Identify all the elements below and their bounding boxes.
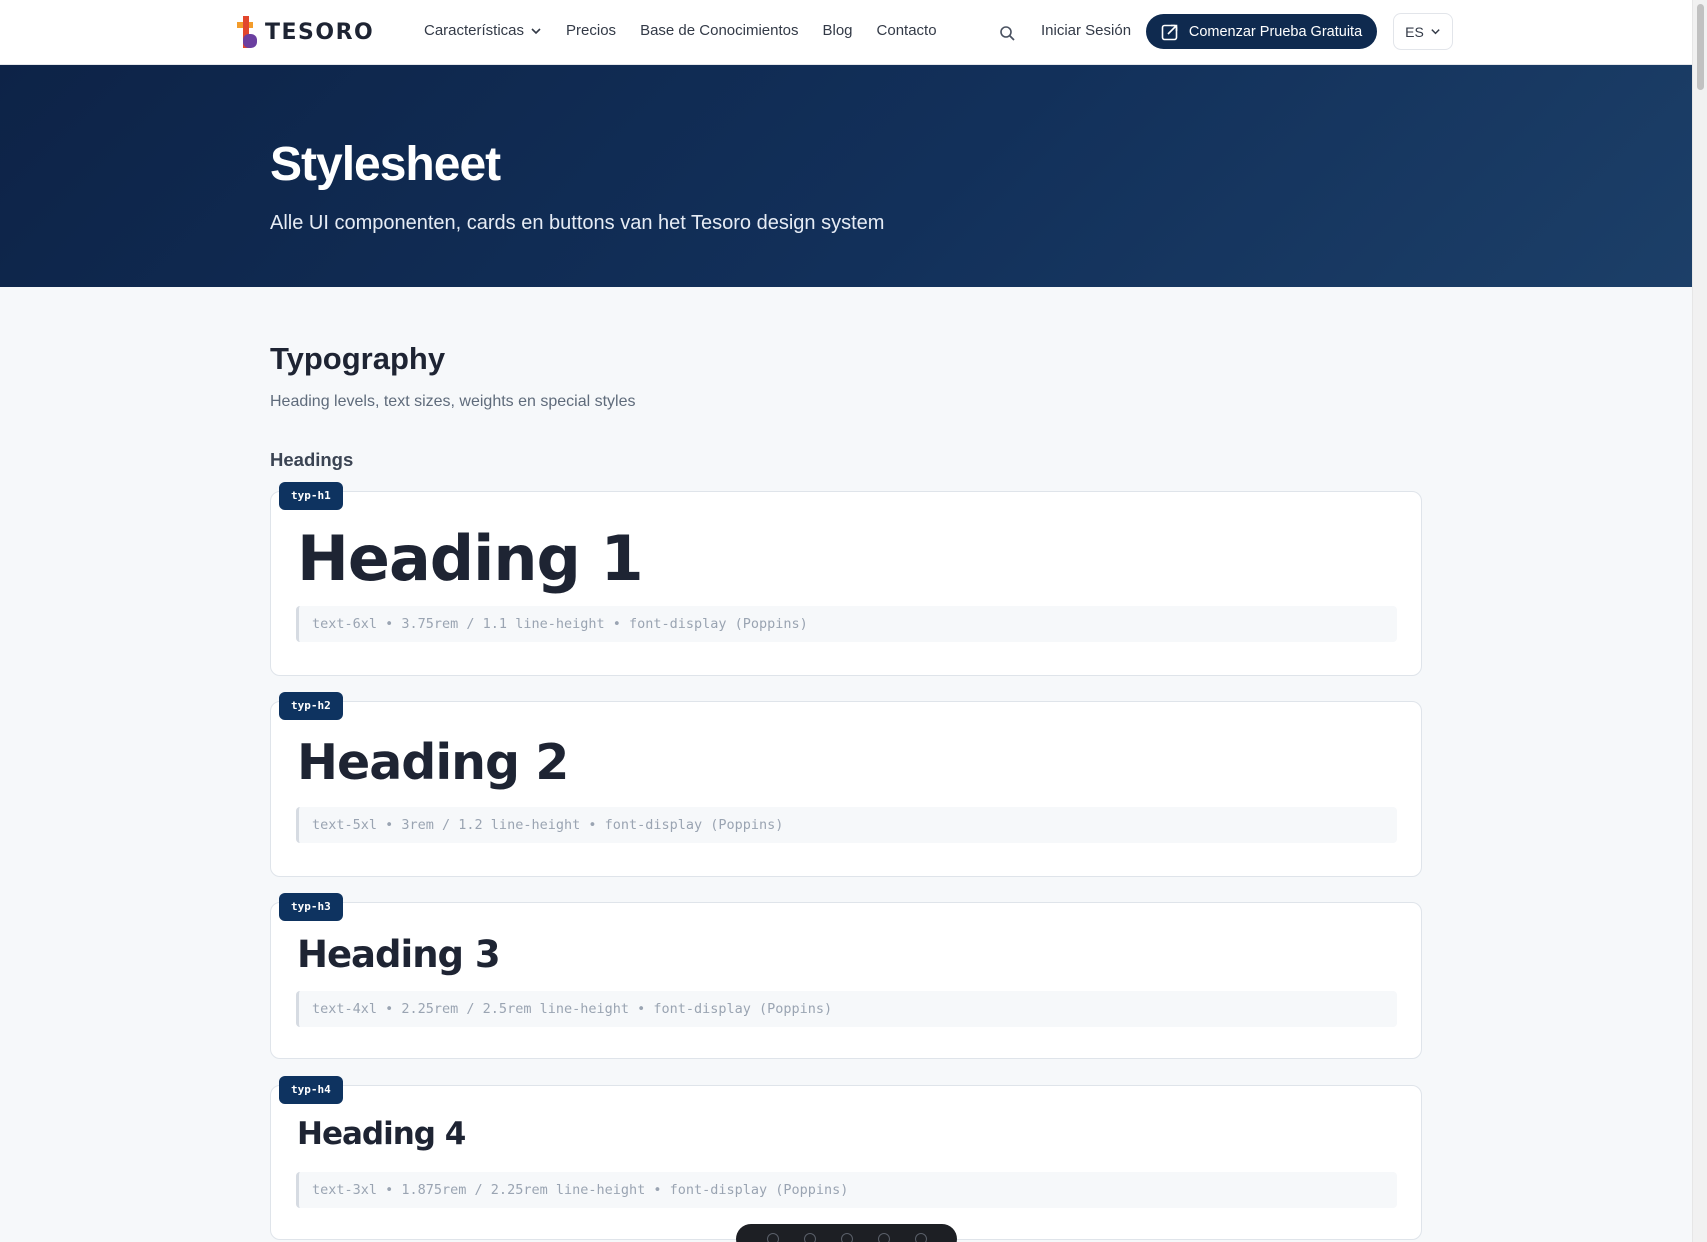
heading-2-sample: Heading 2 — [297, 734, 569, 791]
typography-card-h1: typ-h1 Heading 1 text-6xl • 3.75rem / 1.… — [270, 482, 1422, 676]
typography-card-h4: typ-h4 Heading 4 text-3xl • 1.875rem / 2… — [270, 1076, 1422, 1240]
nav-link-label: Blog — [822, 22, 853, 39]
heading-spec: text-5xl • 3rem / 1.2 line-height • font… — [296, 807, 1397, 843]
dev-toolbar[interactable] — [736, 1224, 957, 1242]
toolbar-icon[interactable] — [766, 1233, 779, 1242]
nav-link-precios[interactable]: Precios — [566, 22, 616, 39]
logo-text: TESORO — [265, 19, 375, 45]
toolbar-icon[interactable] — [803, 1233, 816, 1242]
nav-link-blog[interactable]: Blog — [823, 22, 853, 39]
page-scrollbar[interactable] — [1692, 0, 1707, 1242]
nav-link-label: Características — [424, 22, 525, 39]
logo[interactable]: TESORO — [237, 16, 374, 48]
page-title: Stylesheet — [270, 138, 501, 191]
toolbar-icon[interactable] — [914, 1233, 927, 1242]
section-title: Typography — [270, 341, 446, 376]
page-subtitle: Alle UI componenten, cards en buttons va… — [270, 212, 885, 234]
tesoro-logo-icon — [237, 16, 257, 48]
chevron-down-icon — [531, 27, 541, 34]
component-tag: typ-h3 — [279, 893, 343, 921]
language-selector[interactable]: ES — [1393, 13, 1453, 50]
heading-spec: text-3xl • 1.875rem / 2.25rem line-heigh… — [296, 1172, 1397, 1208]
component-tag: typ-h2 — [279, 692, 343, 720]
nav-link-caracteristicas[interactable]: Características — [424, 22, 542, 39]
component-tag: typ-h1 — [279, 482, 343, 510]
start-trial-button[interactable]: Comenzar Prueba Gratuita — [1146, 14, 1377, 49]
start-trial-label: Comenzar Prueba Gratuita — [1188, 23, 1363, 40]
typography-card-h2: typ-h2 Heading 2 text-5xl • 3rem / 1.2 l… — [270, 692, 1422, 877]
hero-banner: Stylesheet Alle UI componenten, cards en… — [0, 65, 1692, 287]
chevron-down-icon — [1431, 29, 1440, 35]
nav-links: Características Precios Base de Conocimi… — [424, 22, 961, 39]
scrollbar-thumb[interactable] — [1697, 4, 1704, 90]
section-description: Heading levels, text sizes, weights en s… — [270, 393, 636, 410]
nav-link-contacto[interactable]: Contacto — [877, 22, 937, 39]
nav-link-label: Contacto — [876, 22, 937, 39]
search-icon[interactable] — [998, 24, 1018, 44]
heading-3-sample: Heading 3 — [297, 933, 501, 976]
heading-4-sample: Heading 4 — [297, 1116, 466, 1152]
toolbar-icon[interactable] — [840, 1233, 853, 1242]
heading-1-sample: Heading 1 — [297, 522, 644, 595]
subsection-title: Headings — [270, 449, 354, 470]
heading-spec: text-4xl • 2.25rem / 2.5rem line-height … — [296, 991, 1397, 1027]
login-link[interactable]: Iniciar Sesión — [1041, 22, 1131, 39]
component-tag: typ-h4 — [279, 1076, 343, 1104]
language-label: ES — [1405, 23, 1424, 40]
typography-card-h3: typ-h3 Heading 3 text-4xl • 2.25rem / 2.… — [270, 893, 1422, 1059]
top-navbar: TESORO Características Precios Base de C… — [0, 0, 1692, 65]
nav-link-base-conocimientos[interactable]: Base de Conocimientos — [640, 22, 798, 39]
nav-link-label: Precios — [566, 22, 617, 39]
heading-spec: text-6xl • 3.75rem / 1.1 line-height • f… — [296, 606, 1397, 642]
toolbar-icon[interactable] — [877, 1233, 890, 1242]
external-link-icon — [1161, 24, 1178, 40]
nav-link-label: Base de Conocimientos — [640, 22, 799, 39]
